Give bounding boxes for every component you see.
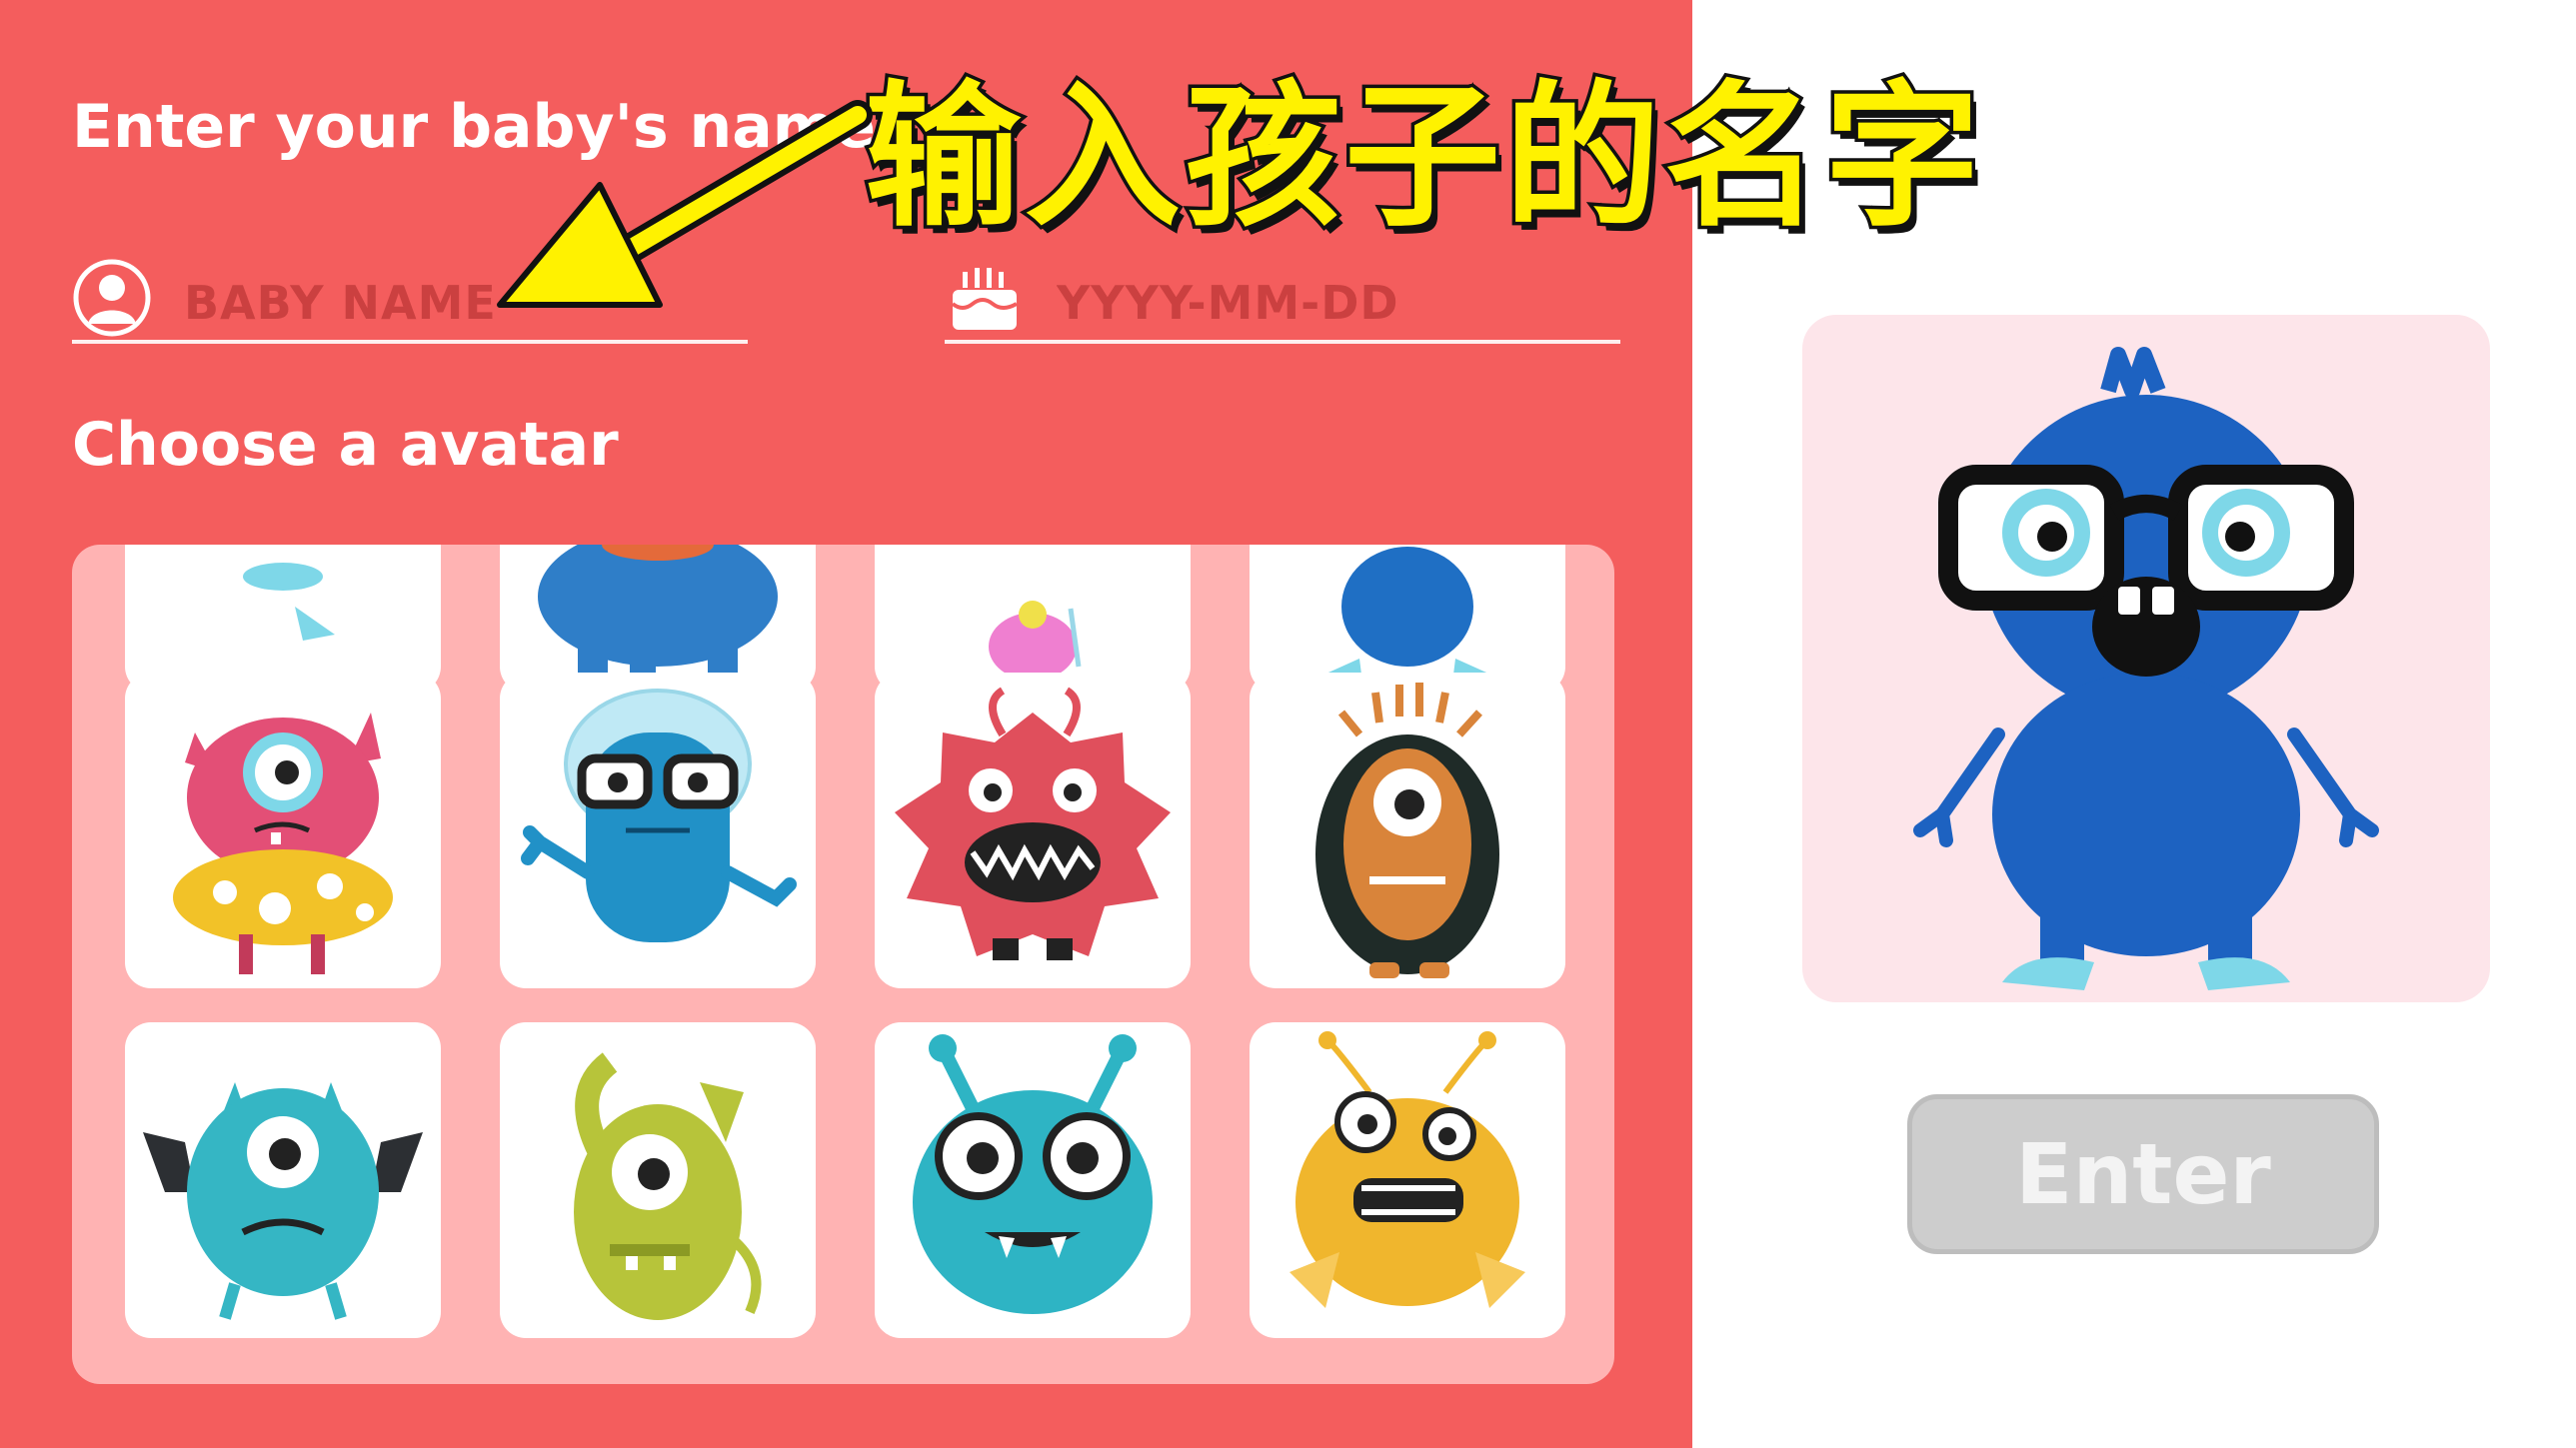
avatar-grid[interactable] <box>72 545 1614 1384</box>
avatar-tile-9[interactable] <box>500 1022 816 1338</box>
blue-big-monster-icon <box>538 545 778 683</box>
pink-cyclops-monster-icon <box>173 713 393 974</box>
teal-winged-monster-icon <box>143 1082 423 1320</box>
blue-round-monster-icon <box>1319 547 1495 677</box>
green-horned-monster-icon <box>574 1052 762 1320</box>
avatar-tile-11[interactable] <box>1250 1022 1565 1338</box>
avatar-heading: Choose a avatar <box>72 410 619 480</box>
avatar-tile-5[interactable] <box>500 673 816 988</box>
avatar-tile-10[interactable] <box>875 1022 1191 1338</box>
annotation-label: 输入孩子的名字 <box>862 63 1984 252</box>
blue-astronaut-monster-icon <box>521 689 797 942</box>
pink-small-monster-icon <box>989 601 1082 691</box>
enter-button[interactable]: Enter <box>1907 1094 2379 1254</box>
orange-egg-monster-icon <box>1315 683 1499 978</box>
blue-legs-monster-icon <box>243 563 335 641</box>
avatar-preview <box>1802 315 2490 1002</box>
baby-name-heading: Enter your baby's name <box>72 92 876 162</box>
person-icon <box>73 259 151 337</box>
avatar-tile-6[interactable] <box>875 673 1191 988</box>
avatar-tile-7[interactable] <box>1250 673 1565 988</box>
avatar-tile-3[interactable] <box>1250 545 1565 693</box>
baby-name-field[interactable] <box>72 240 748 344</box>
teal-antenna-monster-icon <box>913 1034 1153 1314</box>
baby-name-input[interactable] <box>182 270 706 336</box>
yellow-furry-monster-icon <box>1289 1031 1525 1308</box>
red-spiky-monster-icon <box>895 687 1171 960</box>
birthday-input[interactable] <box>1055 270 1578 336</box>
blue-nerd-monster-icon <box>1913 347 2379 990</box>
avatar-tile-4[interactable] <box>125 673 441 988</box>
avatar-tile-2[interactable] <box>875 545 1191 693</box>
birthday-cake-icon <box>951 268 1018 330</box>
avatar-tile-0[interactable] <box>125 545 441 693</box>
avatar-tile-1[interactable] <box>500 545 816 693</box>
avatar-tile-8[interactable] <box>125 1022 441 1338</box>
